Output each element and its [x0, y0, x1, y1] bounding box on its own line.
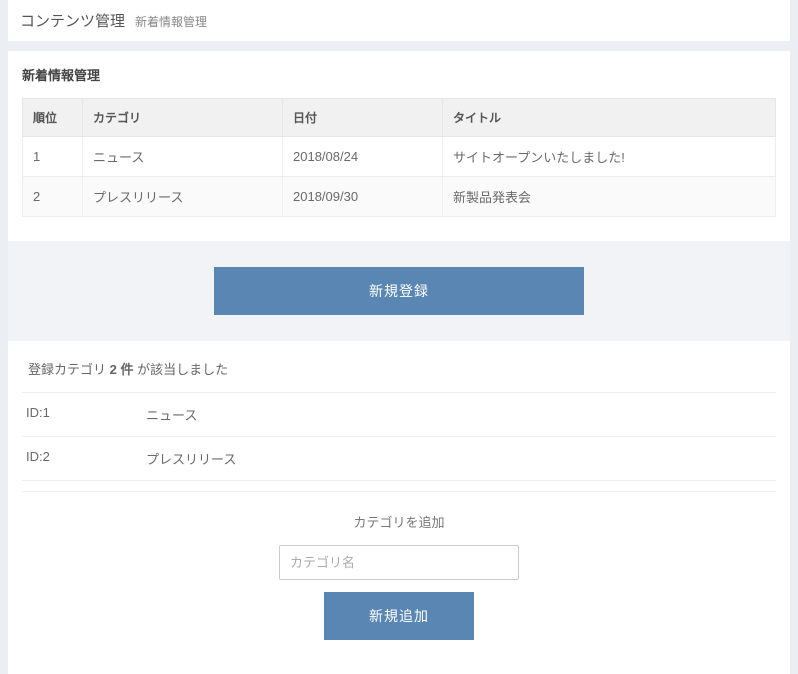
col-header-date: 日付	[283, 99, 443, 137]
category-id: ID:1	[26, 405, 146, 424]
category-name: ニュース	[146, 405, 197, 424]
cell-rank: 1	[23, 137, 83, 177]
category-summary: 登録カテゴリ 2 件 が該当しました	[22, 359, 776, 378]
table-row[interactable]: 2 プレスリリース 2018/09/30 新製品発表会	[23, 177, 776, 217]
category-summary-suffix: が該当しました	[133, 362, 228, 377]
col-header-title: タイトル	[443, 99, 776, 137]
cell-date: 2018/08/24	[283, 137, 443, 177]
category-panel: 登録カテゴリ 2 件 が該当しました ID:1 ニュース ID:2 プレスリリー…	[8, 341, 790, 674]
list-item[interactable]: ID:2 プレスリリース	[22, 437, 776, 481]
header-bar: コンテンツ管理 新着情報管理	[8, 0, 790, 41]
category-id: ID:2	[26, 449, 146, 468]
cell-date: 2018/09/30	[283, 177, 443, 217]
cell-title: 新製品発表会	[443, 177, 776, 217]
new-register-row: 新規登録	[8, 241, 790, 341]
list-item[interactable]: ID:1 ニュース	[22, 393, 776, 437]
category-list: ID:1 ニュース ID:2 プレスリリース	[22, 392, 776, 481]
cell-title: サイトオープンいたしました!	[443, 137, 776, 177]
new-register-button[interactable]: 新規登録	[214, 267, 584, 315]
cell-category: プレスリリース	[83, 177, 283, 217]
category-name: プレスリリース	[146, 449, 236, 468]
add-category-panel: カテゴリを追加 新規追加	[22, 491, 776, 670]
page-title: コンテンツ管理	[20, 10, 125, 31]
cell-rank: 2	[23, 177, 83, 217]
col-header-category: カテゴリ	[83, 99, 283, 137]
cell-category: ニュース	[83, 137, 283, 177]
news-list-panel: 新着情報管理 順位 カテゴリ 日付 タイトル 1 ニュース 2018/08/24…	[8, 51, 790, 241]
category-summary-count: 2 件	[110, 362, 134, 377]
add-category-title: カテゴリを追加	[22, 512, 776, 531]
category-name-input[interactable]	[279, 545, 519, 580]
table-row[interactable]: 1 ニュース 2018/08/24 サイトオープンいたしました!	[23, 137, 776, 177]
news-table: 順位 カテゴリ 日付 タイトル 1 ニュース 2018/08/24 サイトオープ…	[22, 98, 776, 217]
add-category-button[interactable]: 新規追加	[324, 592, 474, 640]
section-title: 新着情報管理	[22, 65, 776, 84]
category-summary-prefix: 登録カテゴリ	[28, 362, 110, 377]
col-header-rank: 順位	[23, 99, 83, 137]
page-subtitle: 新着情報管理	[135, 13, 207, 30]
